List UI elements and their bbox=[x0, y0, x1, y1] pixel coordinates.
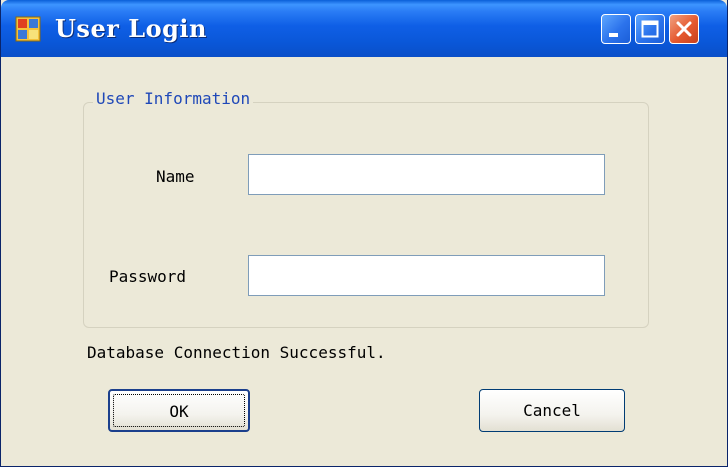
window-title: User Login bbox=[55, 14, 207, 43]
close-icon bbox=[676, 21, 692, 37]
minimize-button[interactable] bbox=[601, 14, 631, 44]
cancel-button-label: Cancel bbox=[523, 401, 581, 420]
group-legend: User Information bbox=[93, 89, 254, 108]
login-window: User Login User Information Name Passwor… bbox=[0, 0, 728, 467]
cancel-button[interactable]: Cancel bbox=[479, 389, 625, 432]
close-button[interactable] bbox=[669, 14, 699, 44]
name-input[interactable] bbox=[248, 154, 605, 195]
maximize-button[interactable] bbox=[635, 14, 665, 44]
maximize-icon bbox=[641, 20, 659, 38]
minimize-icon bbox=[609, 33, 618, 37]
ok-button-label: OK bbox=[169, 402, 189, 421]
password-input[interactable] bbox=[248, 255, 605, 296]
title-bar[interactable]: User Login bbox=[1, 0, 727, 57]
name-label: Name bbox=[156, 167, 195, 186]
ok-button[interactable]: OK bbox=[108, 389, 250, 432]
password-label: Password bbox=[109, 267, 187, 286]
app-form-icon bbox=[15, 16, 41, 42]
status-message: Database Connection Successful. bbox=[87, 343, 386, 362]
